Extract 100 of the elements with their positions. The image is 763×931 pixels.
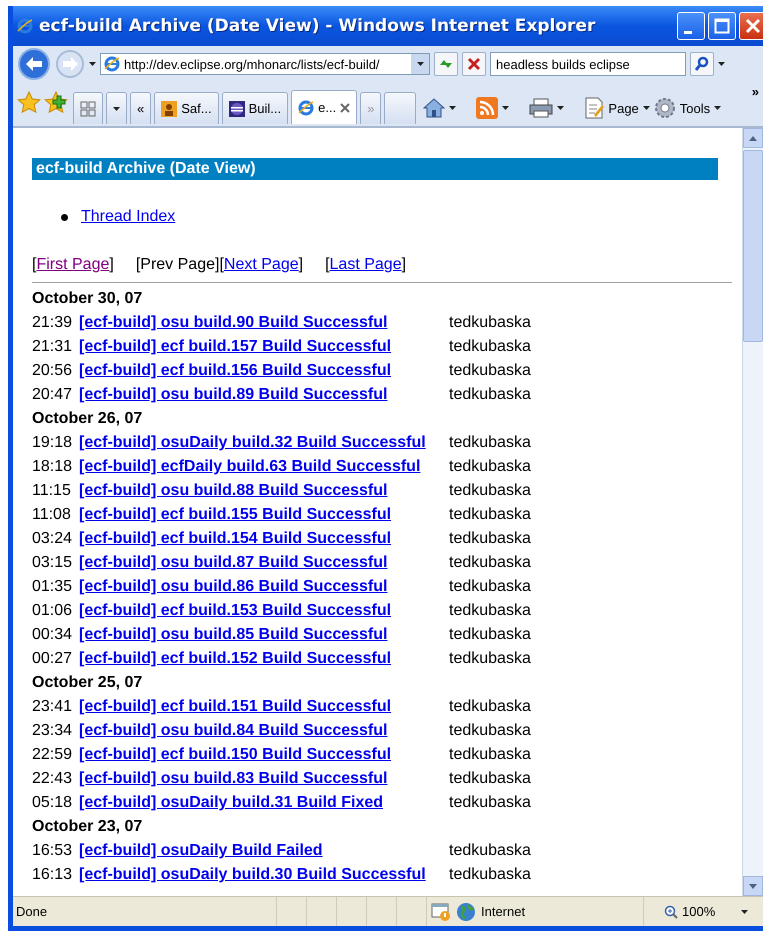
bracket: ] bbox=[109, 256, 114, 274]
pager-link[interactable]: Last Page bbox=[330, 256, 402, 274]
message-link[interactable]: [ecf-build] osu build.90 Build Successful bbox=[79, 314, 388, 331]
browser-tab[interactable]: Buil... bbox=[222, 92, 288, 124]
caret-icon bbox=[113, 106, 120, 110]
message-author: tedkubaska bbox=[449, 506, 531, 524]
tab-list-button[interactable] bbox=[106, 92, 127, 124]
pager-link[interactable]: First Page bbox=[36, 256, 110, 274]
message-link[interactable]: [ecf-build] osu build.86 Build Successful bbox=[79, 578, 388, 595]
search-field[interactable]: headless builds eclipse bbox=[490, 52, 686, 76]
message-time: 03:24 bbox=[32, 530, 74, 548]
bullet-icon bbox=[61, 214, 68, 220]
scroll-tabs-button[interactable]: « bbox=[130, 92, 152, 124]
close-button[interactable] bbox=[739, 12, 763, 40]
browser-tab[interactable]: Saf... bbox=[154, 92, 219, 124]
caret-icon[interactable] bbox=[741, 910, 748, 914]
caret-icon[interactable] bbox=[718, 62, 725, 66]
caret-icon[interactable] bbox=[449, 106, 456, 110]
message-author: tedkubaska bbox=[449, 698, 531, 716]
close-icon[interactable] bbox=[340, 102, 350, 112]
message-author: tedkubaska bbox=[449, 746, 531, 764]
pager-text: Prev Page bbox=[140, 256, 215, 274]
quick-tabs-button[interactable] bbox=[73, 92, 103, 124]
vertical-scrollbar[interactable] bbox=[742, 128, 763, 896]
message-author: tedkubaska bbox=[449, 554, 531, 572]
message-link[interactable]: [ecf-build] ecf build.150 Build Successful bbox=[79, 746, 392, 763]
message-link[interactable]: [ecf-build] ecf build.152 Build Successful bbox=[79, 650, 392, 667]
message-link[interactable]: [ecf-build] osu build.89 Build Successful bbox=[79, 386, 388, 403]
message-link[interactable]: [ecf-build] ecf build.154 Build Successful bbox=[79, 530, 392, 547]
date-heading: October 25, 07 bbox=[32, 673, 144, 693]
page-icon bbox=[104, 56, 120, 72]
message-author: tedkubaska bbox=[449, 866, 531, 884]
stop-button[interactable] bbox=[462, 52, 486, 76]
message-link[interactable]: [ecf-build] ecf build.155 Build Successful bbox=[79, 506, 392, 523]
caret-icon[interactable] bbox=[89, 62, 96, 66]
maximize-button[interactable] bbox=[708, 12, 736, 40]
tools-menu[interactable]: Tools bbox=[680, 100, 710, 116]
security-icon[interactable] bbox=[431, 902, 451, 922]
message-link[interactable]: [ecf-build] ecf build.156 Build Successful bbox=[79, 362, 392, 379]
date-heading: October 26, 07 bbox=[32, 409, 144, 429]
bracket: ] bbox=[402, 256, 406, 274]
page-menu[interactable]: Page bbox=[608, 100, 639, 116]
refresh-button[interactable] bbox=[434, 52, 458, 76]
globe-icon bbox=[456, 902, 476, 922]
message-link[interactable]: [ecf-build] osuDaily Build Failed bbox=[79, 842, 323, 859]
down-arrow-icon bbox=[749, 884, 757, 888]
message-link[interactable]: [ecf-build] ecf build.153 Build Successful bbox=[79, 602, 392, 619]
message-author: tedkubaska bbox=[449, 314, 531, 332]
message-time: 16:13 bbox=[32, 866, 74, 884]
message-time: 01:06 bbox=[32, 602, 74, 620]
site-icon bbox=[161, 100, 178, 116]
pager-link[interactable]: Next Page bbox=[224, 256, 299, 274]
back-button[interactable] bbox=[17, 47, 51, 81]
home-icon[interactable] bbox=[423, 98, 446, 118]
message-link[interactable]: [ecf-build] osu build.85 Build Successful bbox=[79, 626, 388, 643]
message-author: tedkubaska bbox=[449, 578, 531, 596]
message-time: 16:53 bbox=[32, 842, 74, 860]
message-link[interactable]: [ecf-build] osuDaily build.31 Build Fixed bbox=[79, 794, 384, 811]
message-link[interactable]: [ecf-build] osu build.88 Build Successful bbox=[79, 482, 388, 499]
message-link[interactable]: [ecf-build] osuDaily build.30 Build Successful bbox=[79, 866, 426, 883]
message-link[interactable]: [ecf-build] osuDaily build.32 Build Successful bbox=[79, 434, 426, 451]
message-time: 05:18 bbox=[32, 794, 74, 812]
message-author: tedkubaska bbox=[449, 722, 531, 740]
zoom-level[interactable]: 100% bbox=[682, 904, 716, 919]
browser-tab[interactable]: e... bbox=[291, 90, 358, 124]
more-commands-button[interactable]: » bbox=[752, 84, 759, 99]
caret-icon[interactable] bbox=[642, 106, 650, 110]
caret-icon[interactable] bbox=[714, 106, 722, 110]
message-time: 11:08 bbox=[32, 506, 72, 524]
minimize-button[interactable] bbox=[677, 12, 705, 40]
message-author: tedkubaska bbox=[449, 530, 531, 548]
printer-icon[interactable] bbox=[529, 98, 554, 118]
bracket: [ bbox=[219, 256, 224, 274]
security-zone[interactable]: Internet bbox=[481, 904, 526, 919]
message-link[interactable]: [ecf-build] osu build.83 Build Successful bbox=[79, 770, 388, 787]
message-link[interactable]: [ecf-build] osu build.87 Build Successful bbox=[79, 554, 388, 571]
message-link[interactable]: [ecf-build] ecfDaily build.63 Build Successful bbox=[79, 458, 420, 475]
date-heading: October 30, 07 bbox=[32, 289, 144, 309]
caret-icon[interactable] bbox=[416, 62, 424, 66]
caret-icon[interactable] bbox=[557, 106, 564, 110]
status-text: Done bbox=[15, 904, 48, 919]
message-time: 20:56 bbox=[32, 362, 74, 380]
page-icon bbox=[584, 97, 604, 119]
message-author: tedkubaska bbox=[449, 458, 531, 476]
message-time: 11:15 bbox=[32, 482, 72, 500]
thread-index-link[interactable]: Thread Index bbox=[81, 208, 176, 226]
message-author: tedkubaska bbox=[449, 842, 531, 860]
message-link[interactable]: [ecf-build] osu build.84 Build Successful bbox=[79, 722, 388, 739]
bracket: [ bbox=[32, 256, 36, 274]
caret-icon[interactable] bbox=[502, 106, 510, 110]
message-link[interactable]: [ecf-build] ecf build.157 Build Successful bbox=[79, 338, 392, 355]
message-link[interactable]: [ecf-build] ecf build.151 Build Successful bbox=[79, 698, 392, 715]
minimize-icon bbox=[684, 31, 692, 34]
search-button[interactable] bbox=[690, 52, 714, 76]
address-field[interactable]: http://dev.eclipse.org/mhonarc/lists/ecf-build/ bbox=[100, 53, 430, 75]
window-title: ecf-build Archive (Date View) - Windows Internet Explorer bbox=[39, 16, 596, 36]
scrollbar-thumb[interactable] bbox=[743, 150, 763, 342]
message-time: 00:27 bbox=[32, 650, 74, 668]
message-time: 22:59 bbox=[32, 746, 74, 764]
message-author: tedkubaska bbox=[449, 650, 531, 668]
